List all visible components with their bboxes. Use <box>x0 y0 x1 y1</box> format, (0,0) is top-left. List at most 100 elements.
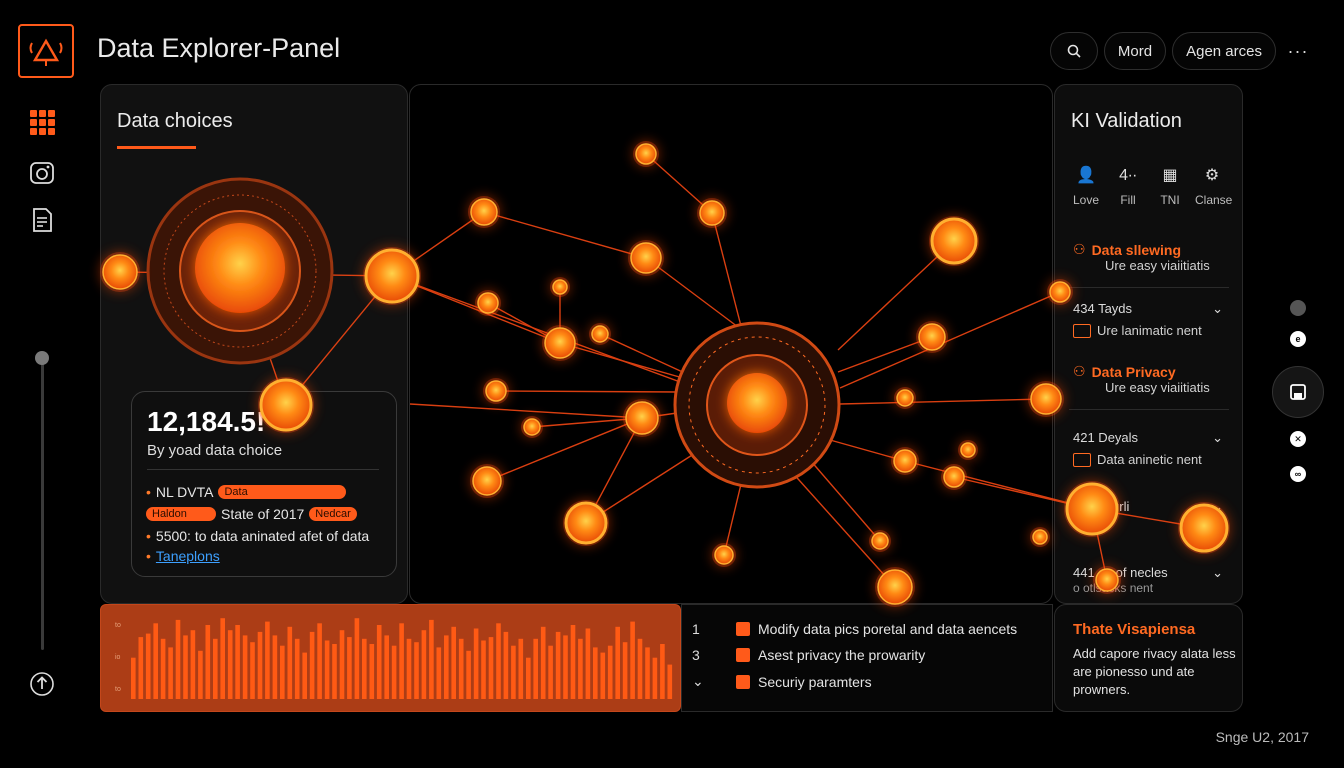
chart-bar <box>436 647 442 699</box>
data-choices-title: Data choices <box>117 110 233 132</box>
chart-bar <box>339 630 345 699</box>
stat-line-2-text: State of 2017 <box>221 506 305 522</box>
validation-item-deyals[interactable]: 421 Deyals ⌄ Data aninetic nent <box>1073 430 1233 467</box>
chevron-down-icon[interactable]: ⌄ <box>692 673 728 690</box>
chart-bar <box>645 647 650 699</box>
row-number: 3 <box>692 647 700 663</box>
agents-button[interactable]: Agen arces <box>1172 32 1276 70</box>
stat-line-4: • Taneplons <box>146 548 220 564</box>
file-icon <box>1073 452 1091 467</box>
document-icon[interactable] <box>26 204 58 236</box>
validation-item-necles[interactable]: 441 es of necles ⌄ o otlsacks nent <box>1073 565 1233 595</box>
chart-bar <box>473 628 479 699</box>
grid-apps-icon[interactable] <box>26 106 58 138</box>
chevron-down-icon[interactable]: ⌄ <box>1212 499 1223 515</box>
signal-icon: 4∙∙ <box>1119 167 1137 184</box>
rail-info-icon[interactable]: e <box>1290 331 1306 347</box>
chevron-down-icon[interactable]: ⌄ <box>1212 430 1223 446</box>
bullet-icon: • <box>146 484 151 500</box>
stat-line-3-text: 5500: to data aninated afet of data <box>155 528 370 544</box>
item-sub: Ure easy viaiitiatis <box>1105 380 1210 395</box>
chart-bar <box>131 657 136 699</box>
table-tab-label: TNI <box>1160 193 1180 207</box>
rail-link-icon[interactable]: ∞ <box>1290 466 1306 482</box>
chart-bar <box>213 638 218 699</box>
checklist-row-1[interactable]: 1 Modify data pics poretal and data aenc… <box>692 621 1017 637</box>
chart-bar <box>429 619 434 699</box>
checklist-panel: 1 Modify data pics poretal and data aenc… <box>681 604 1053 712</box>
topbar: Mord Agen arces ··· <box>1049 32 1314 70</box>
haldon-tag[interactable]: Haldon <box>146 507 216 521</box>
item-title: 421 Deyals <box>1073 430 1139 445</box>
item-title: 441 es of necles <box>1073 565 1168 580</box>
chart-bar <box>630 621 635 699</box>
chart-bar <box>317 623 322 699</box>
nedcar-tag[interactable]: Nedcar <box>309 507 357 521</box>
chart-bar <box>518 638 524 699</box>
more-options-icon[interactable]: ··· <box>1282 32 1314 70</box>
chart-bar <box>391 645 397 699</box>
item-title: Data sllewing <box>1091 241 1182 258</box>
data-tag[interactable]: Data <box>218 485 347 499</box>
chart-bar <box>488 637 494 699</box>
save-button[interactable] <box>1272 366 1324 418</box>
stat-value: 12,184.5! <box>147 406 266 437</box>
checkbox-icon[interactable] <box>736 622 750 636</box>
tip-panel: Thate Visapiensa Add capore rivacy alata… <box>1054 604 1243 712</box>
chart-bar <box>272 635 278 699</box>
table-icon: ▦ <box>1162 167 1178 184</box>
upload-icon[interactable] <box>26 668 58 700</box>
checkbox-icon[interactable] <box>736 648 750 662</box>
person-tab[interactable]: 👤 Love <box>1069 165 1103 207</box>
item-sub: o otlsacks nent <box>1073 581 1154 595</box>
validation-item-tayds[interactable]: 434 Tayds ⌄ Ure lanimatic nent <box>1073 301 1233 338</box>
bullet-icon: • <box>146 548 151 564</box>
chart-bar <box>369 644 375 699</box>
stat-card[interactable]: 12,184.5! By yoad data choice • NL DVTA … <box>131 391 397 577</box>
signal-tab[interactable]: 4∙∙ Fill <box>1111 165 1145 207</box>
validation-item-murli[interactable]: e ay Murli ⌄ <box>1073 499 1233 515</box>
app-logo[interactable] <box>18 24 74 78</box>
stat-caption: By yoad data choice <box>147 442 283 459</box>
bullet-icon: • <box>146 528 151 544</box>
users-icon: ⚇ <box>1073 363 1086 379</box>
settings-tab[interactable]: ⚙ Clanse <box>1195 165 1232 207</box>
chart-bar <box>548 645 553 699</box>
chart-bar <box>444 635 449 699</box>
rail-dot[interactable] <box>1290 300 1306 316</box>
chart-bar <box>354 618 360 699</box>
chevron-down-icon[interactable]: ⌄ <box>1212 565 1223 581</box>
table-tab[interactable]: ▦ TNI <box>1153 165 1187 207</box>
templates-link[interactable]: Taneplons <box>156 548 220 564</box>
chart-bar <box>265 621 270 699</box>
chart-bar <box>302 652 307 699</box>
save-icon <box>1290 384 1306 400</box>
chevron-down-icon[interactable]: ⌄ <box>1212 301 1223 317</box>
search-button[interactable] <box>1049 32 1098 70</box>
chart-bar <box>615 626 620 699</box>
camera-icon[interactable] <box>26 156 58 188</box>
stat-line-2: Haldon State of 2017 Nedcar <box>146 506 357 522</box>
mode-button[interactable]: Mord <box>1103 32 1167 70</box>
tip-body: Add capore rivacy alata less are pioness… <box>1073 646 1236 697</box>
chart-bar <box>466 650 471 699</box>
app-title: Data Explorer-Panel <box>97 33 341 63</box>
rail-tool-icon[interactable]: ✕ <box>1290 431 1306 447</box>
checklist-row-3[interactable]: ⌄ Securiy paramters <box>692 673 872 690</box>
zoom-slider-track[interactable] <box>41 360 44 650</box>
validation-item-sllewing[interactable]: ⚇ Data sllewing Ure easy viaiitiatis <box>1073 241 1233 273</box>
item-title: 434 Tayds <box>1073 301 1133 316</box>
zoom-slider-handle[interactable] <box>35 351 49 365</box>
chart-bar <box>347 637 352 699</box>
chart-bar <box>183 635 188 699</box>
item-title: e ay Murli <box>1073 499 1130 514</box>
chart-bar <box>145 633 151 699</box>
checklist-row-2[interactable]: 3 Asest privacy the prowarity <box>692 647 925 663</box>
users-icon: ⚇ <box>1073 241 1086 257</box>
validation-item-privacy[interactable]: ⚇ Data Privacy Ure easy viaiitiatis <box>1073 363 1233 395</box>
item-sub: Data aninetic nent <box>1097 452 1202 467</box>
checkbox-icon[interactable] <box>736 674 750 689</box>
network-graph-panel[interactable] <box>409 84 1053 604</box>
chart-bar <box>220 618 225 699</box>
person-tab-label: Love <box>1072 193 1100 207</box>
